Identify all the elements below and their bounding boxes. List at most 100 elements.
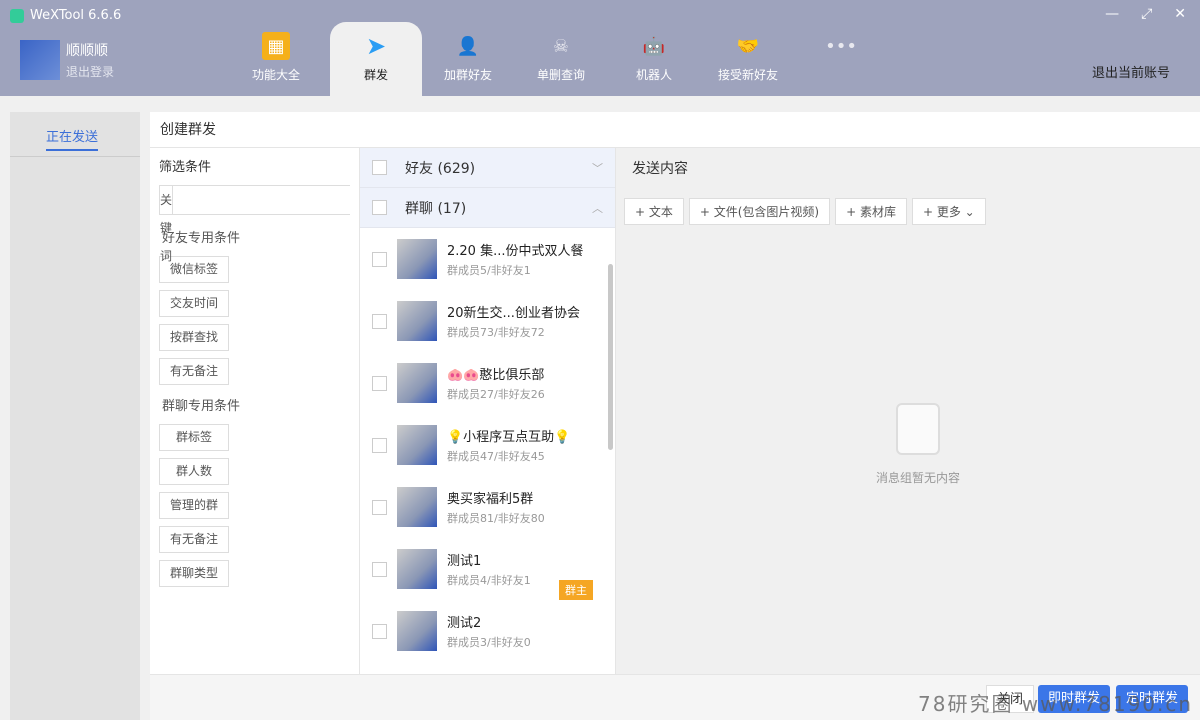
filter-group-size[interactable]: 群人数 bbox=[159, 458, 229, 485]
keyword-field[interactable]: 关键词 bbox=[159, 185, 350, 215]
filter-group-tag[interactable]: 群标签 bbox=[159, 424, 229, 451]
send-content-panel: 发送内容 + 文本 + 文件(包含图片视频) + 素材库 + 更多 ⌄ 消息组暂… bbox=[616, 148, 1200, 674]
tab-label: 功能大全 bbox=[252, 68, 300, 82]
keyword-input[interactable] bbox=[173, 186, 350, 214]
group-avatar bbox=[397, 611, 437, 651]
list-item[interactable]: 测试2 群成员3/非好友0 bbox=[360, 600, 615, 662]
checkbox[interactable] bbox=[372, 562, 387, 577]
keyword-label: 关键词 bbox=[160, 186, 173, 214]
friend-section-title: 好友专用条件 bbox=[162, 227, 350, 246]
empty-document-icon bbox=[896, 403, 940, 455]
friends-label: 好友 (629) bbox=[405, 158, 475, 178]
owner-badge: 群主 bbox=[559, 580, 593, 600]
checkbox[interactable] bbox=[372, 376, 387, 391]
tab-delete-check[interactable]: ☠ 单删查询 bbox=[515, 22, 607, 96]
tab-add-friends[interactable]: 👤 加群好友 bbox=[422, 22, 514, 96]
filter-group-remark[interactable]: 有无备注 bbox=[159, 526, 229, 553]
group-section-title: 群聊专用条件 bbox=[162, 395, 350, 414]
group-avatar bbox=[397, 239, 437, 279]
material-library-button[interactable]: + 素材库 bbox=[835, 198, 907, 225]
tab-robot[interactable]: 🤖 机器人 bbox=[608, 22, 700, 96]
tab-label: 群发 bbox=[364, 68, 388, 82]
close-button[interactable]: 关闭 bbox=[986, 685, 1034, 713]
filter-panel: 筛选条件 关键词 好友专用条件 微信标签 交友时间 按群查找 有无备注 群聊专用… bbox=[150, 148, 360, 674]
divider bbox=[10, 156, 140, 157]
grid-icon: ▦ bbox=[262, 32, 290, 60]
contact-list: 好友 (629) ﹀ 群聊 (17)︿ 2.20 集...份中式双人餐群成员5/非… bbox=[360, 148, 616, 674]
checkbox[interactable] bbox=[372, 438, 387, 453]
robot-icon: 🤖 bbox=[640, 32, 668, 60]
tab-label: 机器人 bbox=[636, 68, 672, 82]
checkbox[interactable] bbox=[372, 314, 387, 329]
skull-icon: ☠ bbox=[547, 32, 575, 60]
paper-plane-icon: ➤ bbox=[362, 32, 390, 60]
app-title: WeXTool 6.6.6 bbox=[10, 8, 121, 23]
list-item[interactable]: 奥买家福利5群群成员81/非好友80 bbox=[360, 476, 615, 538]
groups-group[interactable]: 群聊 (17)︿ bbox=[360, 188, 615, 228]
group-avatar bbox=[397, 425, 437, 465]
group-members: 群成员47/非好友45 bbox=[447, 448, 570, 464]
group-avatar bbox=[397, 301, 437, 341]
checkbox[interactable] bbox=[372, 252, 387, 267]
app-logo-icon bbox=[10, 9, 24, 23]
top-bar: WeXTool 6.6.6 —⤢✕ 顺顺顺 退出登录 ▦功能大全 ➤群发 👤加群… bbox=[0, 0, 1200, 96]
tab-accept-friends[interactable]: 🤝 接受新好友 bbox=[702, 22, 794, 96]
scrollbar[interactable] bbox=[608, 264, 613, 450]
groups-label: 群聊 (17) bbox=[405, 198, 466, 218]
filter-managed-groups[interactable]: 管理的群 bbox=[159, 492, 229, 519]
filter-friend-time[interactable]: 交友时间 bbox=[159, 290, 229, 317]
close-icon[interactable]: ✕ bbox=[1174, 6, 1186, 22]
checkbox[interactable] bbox=[372, 200, 387, 215]
more-dropdown[interactable]: + 更多 ⌄ bbox=[912, 198, 986, 225]
add-user-icon: 👤 bbox=[454, 32, 482, 60]
group-name: 测试2 bbox=[447, 612, 531, 631]
tab-more[interactable]: ••• bbox=[795, 22, 887, 96]
footer: 关闭 即时群发 定时群发 bbox=[150, 674, 1200, 720]
group-members: 群成员27/非好友26 bbox=[447, 386, 545, 402]
minimize-icon[interactable]: — bbox=[1105, 6, 1119, 22]
list-item[interactable]: 20新生交...创业者协会群成员73/非好友72 bbox=[360, 290, 615, 352]
maximize-icon[interactable]: ⤢ bbox=[1141, 6, 1152, 22]
checkbox[interactable] bbox=[372, 624, 387, 639]
tab-label: 接受新好友 bbox=[718, 68, 778, 82]
filter-group-type[interactable]: 群聊类型 bbox=[159, 560, 229, 587]
tab-mass-send[interactable]: ➤ 群发 bbox=[330, 22, 422, 96]
app-title-text: WeXTool 6.6.6 bbox=[30, 8, 121, 23]
checkbox[interactable] bbox=[372, 500, 387, 515]
tab-sending[interactable]: 正在发送 bbox=[46, 126, 98, 151]
empty-state: 消息组暂无内容 bbox=[868, 403, 968, 486]
filter-remark[interactable]: 有无备注 bbox=[159, 358, 229, 385]
group-name: 🐽🐽憨比俱乐部 bbox=[447, 364, 545, 383]
chevron-down-icon: ﹀ bbox=[592, 160, 603, 176]
logout-link[interactable]: 退出登录 bbox=[66, 63, 114, 80]
group-name: 奥买家福利5群 bbox=[447, 488, 545, 507]
group-name: 💡小程序互点互助💡 bbox=[447, 426, 570, 445]
group-name: 测试1 bbox=[447, 550, 531, 569]
group-members: 群成员73/非好友72 bbox=[447, 324, 580, 340]
friends-group[interactable]: 好友 (629) ﹀ bbox=[360, 148, 615, 188]
list-item[interactable]: 2.20 集...份中式双人餐群成员5/非好友1 bbox=[360, 228, 615, 290]
empty-text: 消息组暂无内容 bbox=[876, 471, 960, 485]
group-avatar bbox=[397, 549, 437, 589]
handshake-icon: 🤝 bbox=[734, 32, 762, 60]
checkbox[interactable] bbox=[372, 160, 387, 175]
filter-by-group[interactable]: 按群查找 bbox=[159, 324, 229, 351]
list-item[interactable]: 💡小程序互点互助💡 群成员47/非好友45 bbox=[360, 414, 615, 476]
tab-features[interactable]: ▦ 功能大全 bbox=[230, 22, 322, 96]
filter-wechat-tag[interactable]: 微信标签 bbox=[159, 256, 229, 283]
add-text-button[interactable]: + 文本 bbox=[624, 198, 684, 225]
tab-label: 单删查询 bbox=[537, 68, 585, 82]
exit-account-button[interactable]: 退出当前账号 bbox=[1092, 62, 1170, 81]
send-now-button[interactable]: 即时群发 bbox=[1038, 685, 1110, 713]
avatar[interactable] bbox=[20, 40, 60, 80]
more-icon: ••• bbox=[827, 32, 855, 60]
page-title: 创建群发 bbox=[150, 112, 1200, 148]
list-item[interactable]: 🐽🐽憨比俱乐部群成员27/非好友26 bbox=[360, 352, 615, 414]
group-members: 群成员3/非好友0 bbox=[447, 634, 531, 650]
list-item[interactable]: 测试1群成员4/非好友1群主 bbox=[360, 538, 615, 600]
scheduled-send-button[interactable]: 定时群发 bbox=[1116, 685, 1188, 713]
tab-label: 加群好友 bbox=[444, 68, 492, 82]
add-file-button[interactable]: + 文件(包含图片视频) bbox=[689, 198, 830, 225]
group-name: 20新生交...创业者协会 bbox=[447, 302, 580, 321]
filter-title: 筛选条件 bbox=[159, 156, 350, 175]
